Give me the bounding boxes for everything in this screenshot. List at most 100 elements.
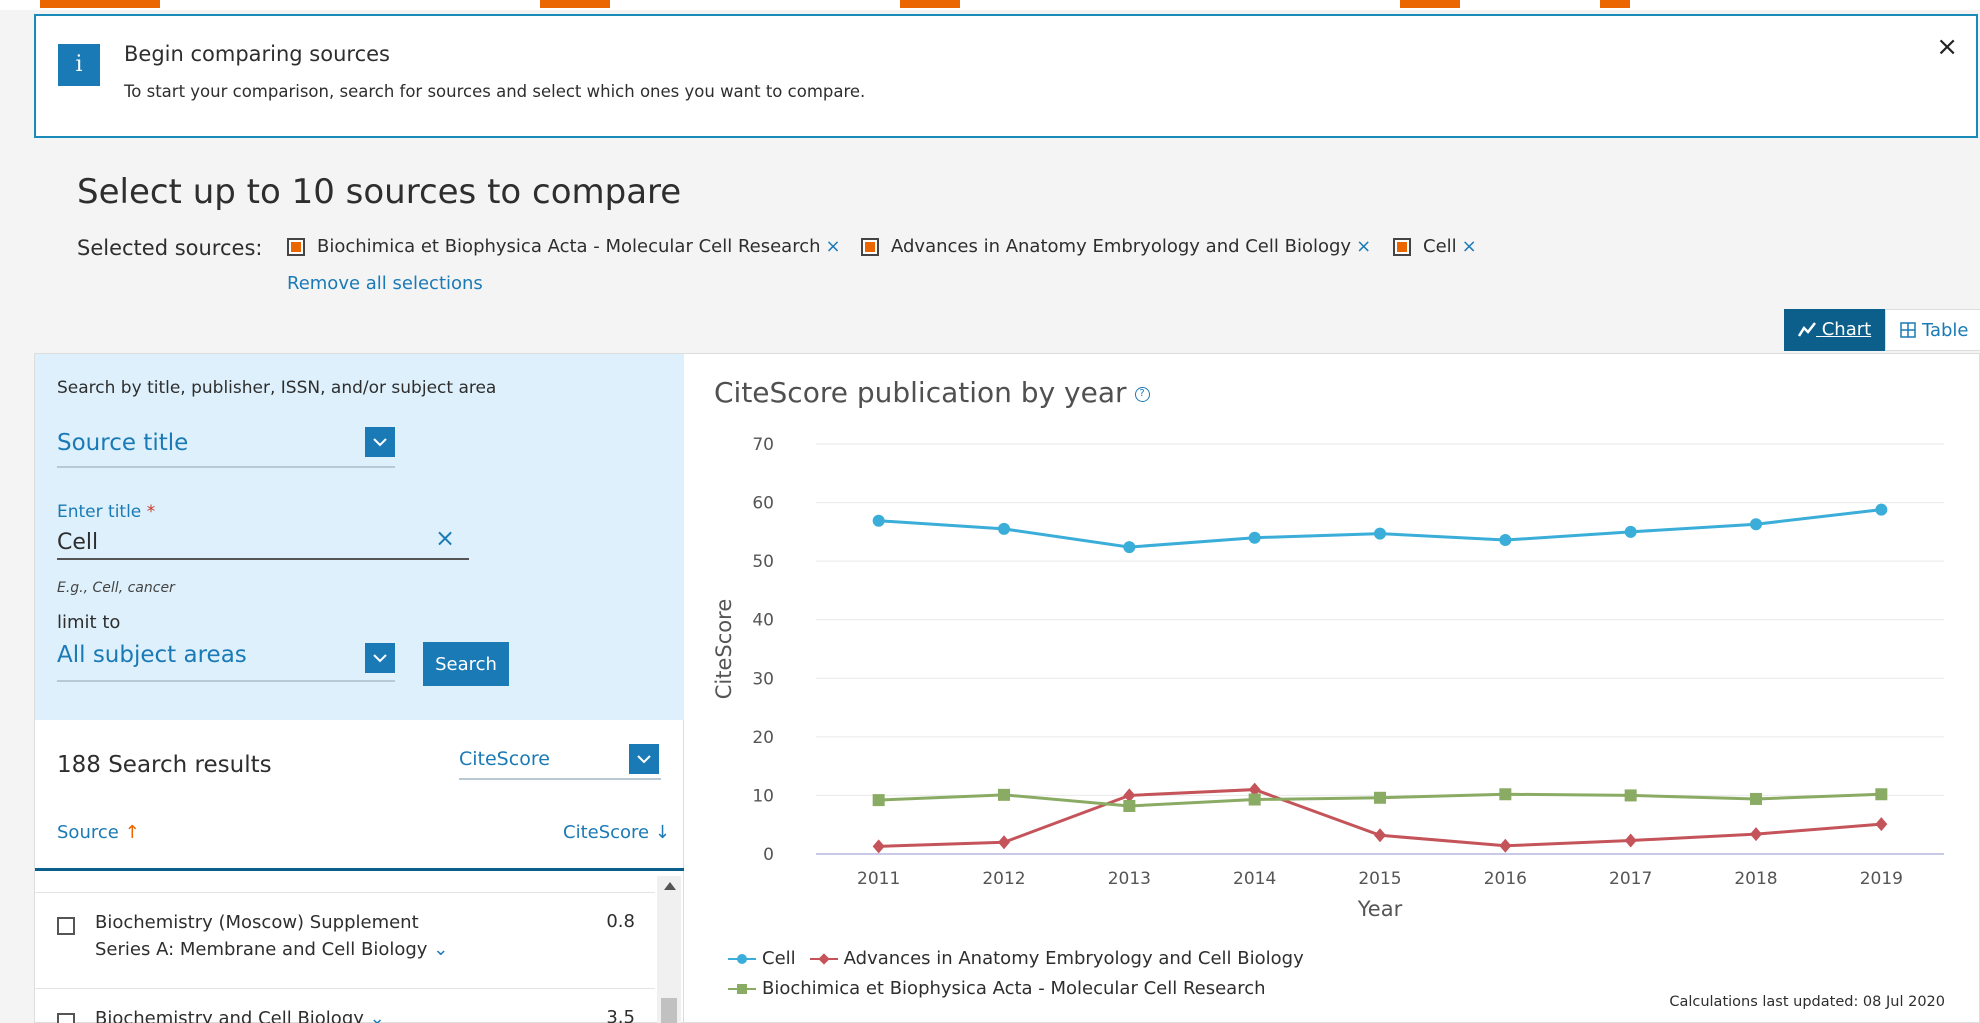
result-title[interactable]: Biochemistry (Moscow) Supplement Series … <box>95 909 448 963</box>
remove-chip-icon[interactable]: × <box>1356 236 1371 257</box>
x-tick-label: 2019 <box>1860 869 1903 889</box>
search-panel: Search by title, publisher, ISSN, and/or… <box>34 353 685 1023</box>
example-hint: E.g., Cell, cancer <box>57 580 175 596</box>
title-input[interactable] <box>57 526 469 560</box>
x-tick-label: 2015 <box>1358 869 1401 889</box>
remove-chip-icon[interactable]: × <box>1462 236 1477 257</box>
x-tick-label: 2011 <box>857 869 900 889</box>
y-tick-label: 50 <box>752 552 774 572</box>
selected-sources-label: Selected sources: <box>77 236 263 260</box>
subject-area-select[interactable]: All subject areas <box>57 642 395 682</box>
chart-view-label: Chart <box>1821 319 1872 340</box>
remove-all-link[interactable]: Remove all selections <box>287 273 483 294</box>
results-count: 188 Search results <box>57 752 272 778</box>
result-title-line1: Biochemistry (Moscow) Supplement <box>95 912 419 933</box>
chevron-down-icon[interactable] <box>365 643 395 673</box>
checkbox-icon <box>861 237 879 256</box>
clear-icon[interactable]: × <box>435 524 455 552</box>
data-point <box>1499 534 1512 547</box>
data-point <box>1499 788 1512 801</box>
chevron-down-icon[interactable]: ⌄ <box>370 1008 385 1023</box>
y-tick-label: 60 <box>752 494 774 514</box>
info-title: Begin comparing sources <box>124 42 390 66</box>
table-view-button[interactable]: Table <box>1885 309 1980 351</box>
data-point <box>1123 799 1136 812</box>
line-chart-icon <box>1797 319 1822 340</box>
chevron-down-icon[interactable]: ⌄ <box>433 939 448 960</box>
legend-label: Advances in Anatomy Embryology and Cell … <box>843 948 1304 969</box>
x-tick-label: 2012 <box>982 869 1025 889</box>
legend-item-advances[interactable]: Advances in Anatomy Embryology and Cell … <box>809 948 1304 969</box>
data-point <box>1248 531 1261 544</box>
y-tick-label: 10 <box>752 786 774 806</box>
table-view-label: Table <box>1921 320 1969 341</box>
header-divider <box>35 868 685 871</box>
data-point <box>998 835 1010 850</box>
required-marker: * <box>146 502 156 522</box>
sort-citescore-header[interactable]: CiteScore ↓ <box>563 822 670 843</box>
data-point <box>998 788 1010 801</box>
citescore-header-label: CiteScore <box>563 822 650 843</box>
arrow-down-icon: ↓ <box>654 822 670 843</box>
data-point <box>872 514 885 527</box>
top-banner <box>0 0 1980 10</box>
search-form: Search by title, publisher, ISSN, and/or… <box>35 354 685 720</box>
data-point <box>1374 527 1386 540</box>
checkbox-icon <box>1393 237 1411 256</box>
data-point <box>1875 503 1888 516</box>
results-scrollbar[interactable] <box>657 876 681 1023</box>
data-point <box>1624 525 1637 538</box>
legend-item-biochimica[interactable]: Biochimica et Biophysica Acta - Molecula… <box>728 978 1266 999</box>
chip-label: Cell <box>1423 236 1457 257</box>
source-type-select[interactable]: Source title <box>57 430 395 468</box>
x-axis-title: Year <box>1357 897 1403 921</box>
data-point <box>1875 788 1888 801</box>
info-icon: i <box>58 44 100 86</box>
selected-chip-advances: Advances in Anatomy Embryology and Cell … <box>861 236 1371 257</box>
legend-item-cell[interactable]: Cell <box>728 948 796 969</box>
info-description: To start your comparison, search for sou… <box>124 82 866 101</box>
x-tick-label: 2017 <box>1609 869 1652 889</box>
result-citescore: 3.5 <box>606 1007 635 1023</box>
y-tick-label: 0 <box>763 845 774 865</box>
chip-label: Advances in Anatomy Embryology and Cell … <box>891 236 1352 257</box>
data-point <box>1624 789 1637 802</box>
search-button[interactable]: Search <box>423 642 509 686</box>
chip-label: Biochimica et Biophysica Acta - Molecula… <box>317 236 821 257</box>
sort-source-header[interactable]: Source ↑ <box>57 822 140 843</box>
scroll-thumb[interactable] <box>661 998 677 1023</box>
data-point <box>1750 518 1762 531</box>
subject-area-value: All subject areas <box>57 642 247 668</box>
data-point <box>1499 838 1512 853</box>
legend-swatch <box>728 982 756 996</box>
result-title[interactable]: Biochemistry and Cell Biology ⌄ <box>95 1005 385 1023</box>
y-tick-label: 20 <box>752 728 774 748</box>
close-icon[interactable]: × <box>1936 34 1958 60</box>
legend-swatch <box>809 952 838 966</box>
chevron-down-icon[interactable] <box>365 427 395 457</box>
selected-chip-cell: Cell × <box>1393 236 1477 257</box>
y-tick-label: 40 <box>752 611 774 631</box>
legend-row-1: Cell Advances in Anatomy Embryology and … <box>728 948 1304 969</box>
result-row: Biochemistry (Moscow) Supplement Series … <box>35 892 655 988</box>
data-point <box>1248 793 1261 806</box>
data-point <box>1875 817 1888 832</box>
sort-by-value: CiteScore <box>459 748 550 770</box>
remove-chip-icon[interactable]: × <box>826 236 841 257</box>
info-alert: i Begin comparing sources To start your … <box>34 14 1978 138</box>
x-tick-label: 2018 <box>1734 869 1777 889</box>
chart-view-button[interactable]: Chart <box>1784 309 1886 351</box>
result-checkbox[interactable] <box>57 1013 75 1023</box>
result-row: Biochemistry and Cell Biology ⌄ 3.5 <box>35 988 655 1023</box>
scroll-up-icon[interactable] <box>664 882 676 890</box>
data-point <box>1374 791 1386 804</box>
chevron-down-icon[interactable] <box>629 744 659 774</box>
result-checkbox[interactable] <box>57 917 75 935</box>
limit-to-label: limit to <box>57 612 121 633</box>
x-tick-label: 2016 <box>1484 869 1527 889</box>
view-toggle: Chart Table <box>1784 309 1980 351</box>
enter-title-text: Enter title <box>57 502 142 522</box>
source-type-value: Source title <box>57 430 189 456</box>
x-tick-label: 2014 <box>1233 869 1276 889</box>
legend-label: Biochimica et Biophysica Acta - Molecula… <box>762 978 1266 999</box>
